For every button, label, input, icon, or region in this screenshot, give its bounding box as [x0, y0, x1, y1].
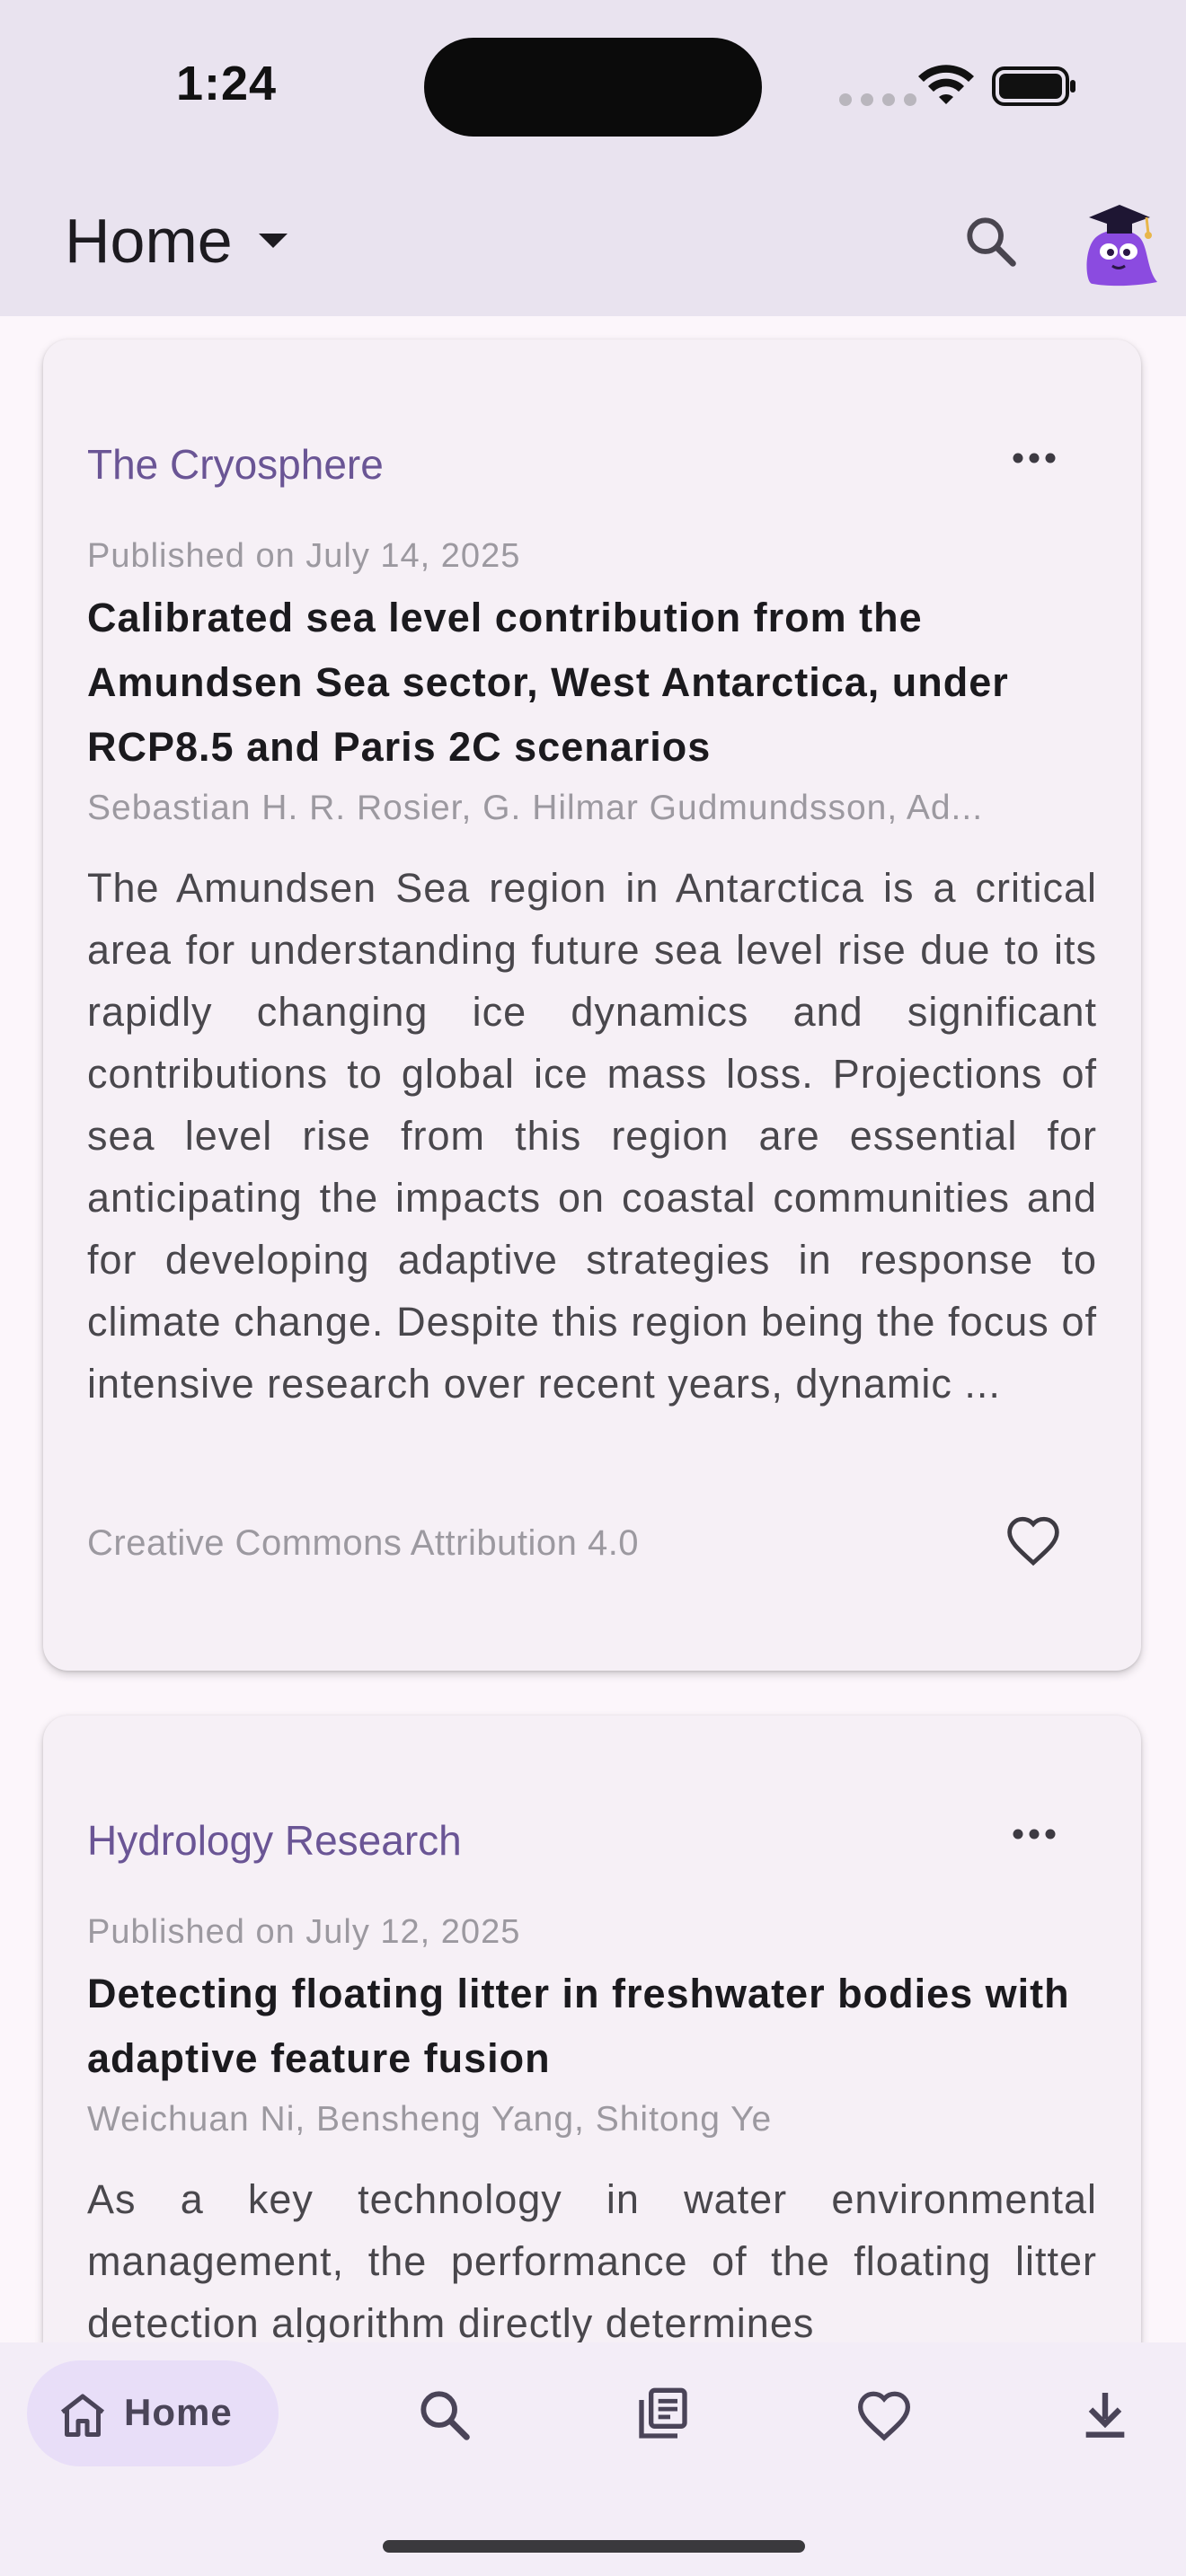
article-authors: Sebastian H. R. Rosier, G. Hilmar Gudmun… — [87, 789, 984, 827]
more-options-icon[interactable] — [1009, 1809, 1059, 1859]
article-card[interactable]: The Cryosphere Published on July 14, 202… — [43, 340, 1141, 1671]
article-authors: Weichuan Ni, Bensheng Yang, Shitong Ye — [87, 2100, 773, 2139]
article-card[interactable]: Hydrology Research Published on July 12,… — [43, 1716, 1141, 2342]
article-title[interactable]: Calibrated sea level contribution from t… — [87, 586, 1102, 780]
screen: 1:24 Home The Cryosphere Published on Ju… — [0, 0, 1186, 2576]
article-title[interactable]: Detecting floating litter in freshwater … — [87, 1962, 1102, 2091]
nav-label-home[interactable]: Home — [124, 2391, 233, 2434]
download-icon[interactable] — [1076, 2386, 1134, 2443]
search-icon[interactable] — [415, 2386, 473, 2443]
favorite-icon[interactable] — [855, 2389, 913, 2441]
home-indicator[interactable] — [383, 2540, 805, 2553]
library-icon[interactable] — [634, 2386, 692, 2443]
published-date: Published on July 12, 2025 — [87, 1913, 521, 1951]
page-title-dropdown[interactable]: Home — [65, 205, 233, 277]
bottom-navigation: Home — [0, 2342, 1186, 2576]
more-options-icon[interactable] — [1009, 433, 1059, 483]
article-abstract: The Amundsen Sea region in Antarctica is… — [87, 865, 1097, 1407]
search-icon[interactable] — [961, 212, 1019, 269]
article-feed[interactable]: The Cryosphere Published on July 14, 202… — [0, 316, 1186, 2342]
favorite-icon[interactable] — [1005, 1514, 1062, 1566]
top-app-bar: 1:24 Home — [0, 0, 1186, 316]
cellular-signal-icon — [839, 93, 916, 106]
chevron-down-icon[interactable] — [257, 232, 289, 250]
battery-icon — [992, 66, 1075, 106]
published-date: Published on July 14, 2025 — [87, 537, 521, 575]
license-label: Creative Commons Attribution 4.0 — [87, 1523, 640, 1563]
journal-name[interactable]: The Cryosphere — [87, 440, 384, 489]
journal-name[interactable]: Hydrology Research — [87, 1816, 462, 1865]
status-time: 1:24 — [176, 57, 278, 110]
home-icon[interactable] — [56, 2389, 110, 2439]
wifi-icon — [918, 65, 974, 104]
avatar[interactable] — [1076, 198, 1159, 287]
dynamic-island — [424, 38, 762, 137]
article-abstract: As a key technology in water environment… — [87, 2176, 1097, 2342]
